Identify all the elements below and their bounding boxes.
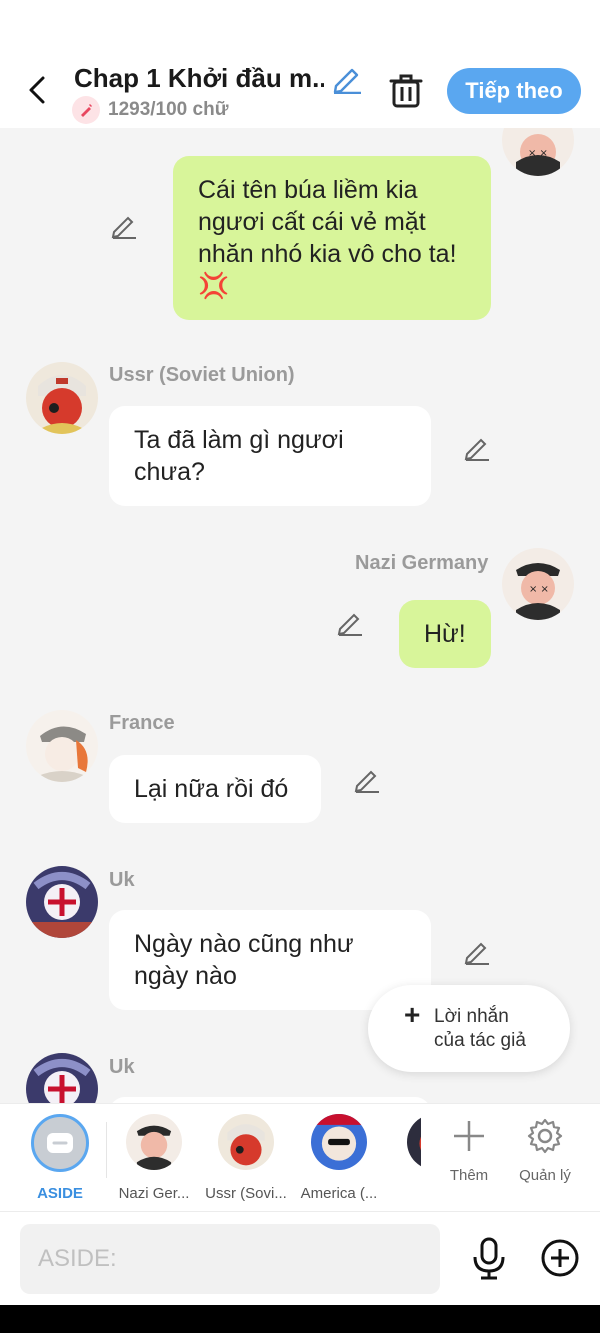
edit-message-icon[interactable] xyxy=(336,609,364,637)
message-input[interactable] xyxy=(20,1224,440,1294)
author-note-line1: Lời nhắn xyxy=(434,1006,509,1027)
avatar xyxy=(126,1114,182,1170)
chevron-left-icon xyxy=(29,76,45,104)
character-bar: ASIDE Nazi Ger... Ussr (Sovi... America … xyxy=(0,1103,600,1211)
trash-icon xyxy=(389,74,423,108)
top-bar: Chap 1 Khởi đầu m... 1293/100 chữ Tiếp t… xyxy=(0,58,600,128)
next-button[interactable]: Tiếp theo xyxy=(447,68,581,114)
manage-label: Quản lý xyxy=(519,1167,571,1184)
character-partial[interactable] xyxy=(385,1114,421,1170)
word-count-row: 1293/100 chữ xyxy=(72,96,228,124)
character-nazi-germany[interactable]: Nazi Ger... xyxy=(108,1114,200,1202)
author-note-button[interactable]: + Lời nhắn của tác giả xyxy=(368,985,570,1072)
sender-name: France xyxy=(109,712,175,734)
message-bubble[interactable]: Cái tên búa liềm kia ngươi cất cái vẻ mặ… xyxy=(173,156,491,320)
avatar xyxy=(218,1114,274,1170)
sender-name: Uk xyxy=(109,1056,135,1078)
sender-name: Nazi Germany xyxy=(355,552,489,574)
pencil-icon xyxy=(333,68,361,95)
edit-message-icon[interactable] xyxy=(463,434,491,462)
avatar-nazi-germany[interactable]: × × xyxy=(502,128,574,176)
gear-icon xyxy=(527,1118,563,1154)
add-label: Thêm xyxy=(449,1167,489,1184)
character-label: ASIDE xyxy=(37,1185,83,1202)
character-america[interactable]: America (... xyxy=(293,1114,385,1202)
edit-message-icon[interactable] xyxy=(463,938,491,966)
edit-message-icon[interactable] xyxy=(353,766,381,794)
avatar xyxy=(311,1114,367,1170)
pen-badge-icon xyxy=(72,96,100,124)
chapter-title: Chap 1 Khởi đầu m... xyxy=(74,63,324,93)
message-bubble[interactable]: Ta đã làm gì ngươi chưa? xyxy=(109,406,431,506)
word-count: 1293/100 chữ xyxy=(108,99,229,120)
microphone-icon xyxy=(473,1237,505,1280)
plus-icon: + xyxy=(404,999,421,1030)
edit-message-icon[interactable] xyxy=(110,212,138,240)
delete-button[interactable] xyxy=(388,70,424,110)
character-ussr[interactable]: Ussr (Sovi... xyxy=(200,1114,292,1202)
status-bar-area xyxy=(0,0,600,58)
add-attachment-button[interactable] xyxy=(540,1238,580,1278)
avatar-france[interactable] xyxy=(26,710,98,782)
character-label: America (... xyxy=(300,1185,378,1202)
input-bar xyxy=(0,1211,600,1305)
message-bubble[interactable]: Hừ! xyxy=(399,600,491,668)
microphone-button[interactable] xyxy=(470,1236,508,1280)
chat-area[interactable]: × × Cái tên búa liềm kia ngươi cất cái v… xyxy=(0,128,600,1103)
sender-name: Ussr (Soviet Union) xyxy=(109,364,295,386)
character-label: Nazi Ger... xyxy=(118,1185,190,1202)
message-bubble[interactable]: Lại nữa rồi đó xyxy=(109,755,321,823)
manage-button[interactable]: Quản lý xyxy=(510,1118,580,1184)
system-nav-bar xyxy=(0,1305,600,1333)
divider xyxy=(106,1122,107,1178)
avatar-uk[interactable] xyxy=(26,1053,98,1103)
svg-text:× ×: × × xyxy=(528,148,548,159)
aside-icon xyxy=(31,1114,89,1172)
edit-title-button[interactable] xyxy=(330,64,364,95)
plus-icon xyxy=(454,1121,484,1151)
back-button[interactable] xyxy=(20,72,54,108)
avatar-nazi-germany[interactable]: × × xyxy=(502,548,574,620)
character-aside[interactable]: ASIDE xyxy=(14,1114,106,1202)
plus-circle-icon xyxy=(541,1239,579,1277)
avatar-ussr[interactable] xyxy=(26,362,98,434)
avatar xyxy=(407,1114,421,1170)
character-label: Ussr (Sovi... xyxy=(205,1185,287,1202)
avatar-uk[interactable] xyxy=(26,866,98,938)
sender-name: Uk xyxy=(109,869,135,891)
svg-text:× ×: × × xyxy=(529,584,549,595)
add-character-button[interactable]: Thêm xyxy=(434,1118,504,1184)
author-note-line2: của tác giả xyxy=(434,1030,526,1051)
